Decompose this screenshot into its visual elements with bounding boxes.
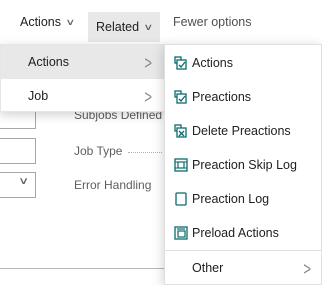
actions-menu-button[interactable]: Actions ∨ — [20, 10, 76, 34]
submenu-item-other[interactable]: Other > — [165, 251, 322, 285]
submenu-item-label: Delete Preactions — [192, 124, 291, 138]
submenu-item-label: Other — [192, 261, 224, 275]
chevron-down-icon: ∨ — [143, 21, 154, 32]
submenu-item-actions[interactable]: Actions — [165, 46, 322, 80]
fewer-options-label: Fewer options — [173, 15, 252, 29]
job-type-label: Job Type — [74, 144, 123, 158]
divider — [0, 268, 165, 269]
submenu-item-label: Preaction Log — [192, 192, 270, 206]
log-icon — [175, 192, 187, 206]
actions-menu-label: Actions — [20, 15, 61, 29]
chevron-down-icon: ∨ — [65, 16, 76, 27]
submenu-item-label: Preaction Skip Log — [192, 158, 297, 172]
actions-submenu: Actions Preactions Delete Preactions Pre… — [164, 44, 322, 285]
action-bar: Actions ∨ Related ∨ Fewer options — [0, 0, 322, 44]
menu-item-actions[interactable]: Actions > — [1, 45, 166, 79]
submenu-item-label: Preactions — [192, 90, 252, 104]
job-type-field[interactable] — [0, 138, 36, 164]
chevron-down-icon: ∨ — [17, 176, 29, 187]
actions-icon — [174, 56, 187, 70]
job-type-dots — [128, 152, 162, 153]
submenu-item-preactions[interactable]: Preactions — [165, 80, 322, 114]
error-handling-label: Error Handling — [74, 178, 152, 192]
related-menu-label: Related — [96, 20, 140, 34]
skip-log-icon — [174, 158, 188, 172]
preactions-icon — [174, 90, 187, 104]
related-menu: Actions > Job > — [0, 44, 166, 113]
submenu-item-preaction-log[interactable]: Preaction Log — [165, 182, 322, 216]
delete-preactions-icon — [174, 124, 187, 138]
preload-icon — [174, 226, 188, 240]
related-menu-button[interactable]: Related ∨ — [88, 12, 160, 42]
menu-item-job[interactable]: Job > — [1, 79, 166, 113]
fewer-options-button[interactable]: Fewer options — [173, 10, 252, 34]
menu-item-label: Actions — [28, 55, 69, 69]
submenu-item-delete-preactions[interactable]: Delete Preactions — [165, 114, 322, 148]
submenu-item-label: Preload Actions — [192, 226, 279, 240]
error-handling-select[interactable]: ∨ — [0, 172, 36, 198]
submenu-item-label: Actions — [192, 56, 233, 70]
submenu-item-preload-actions[interactable]: Preload Actions — [165, 216, 322, 250]
chevron-right-icon: > — [303, 257, 311, 279]
submenu-item-preaction-skip-log[interactable]: Preaction Skip Log — [165, 148, 322, 182]
chevron-right-icon: > — [144, 51, 152, 73]
chevron-right-icon: > — [144, 85, 152, 107]
menu-item-label: Job — [28, 89, 49, 103]
